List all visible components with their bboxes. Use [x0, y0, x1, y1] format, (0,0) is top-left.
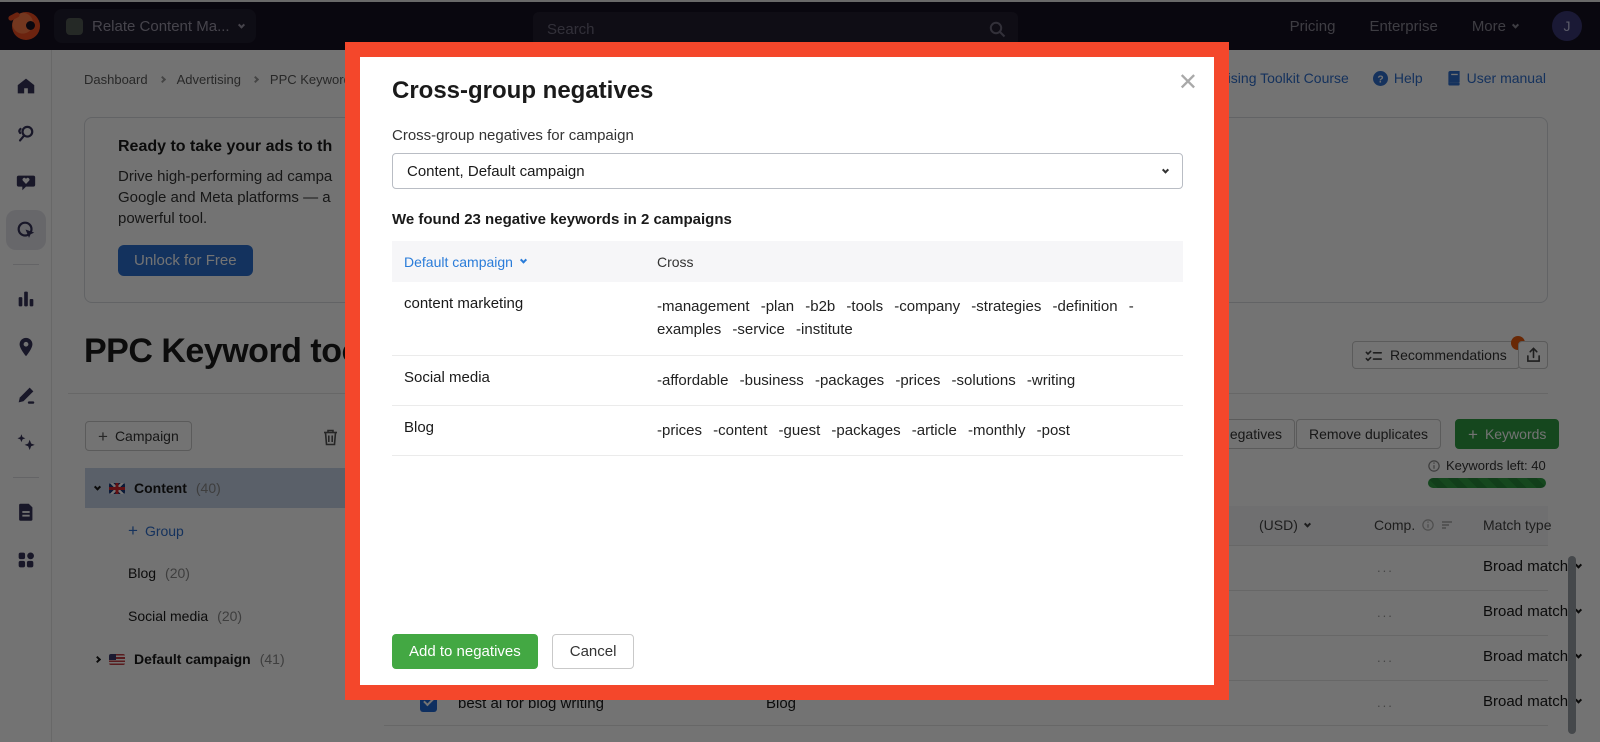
chevron-down-icon — [519, 256, 527, 264]
negatives-row: content marketing -management -plan -b2b… — [392, 282, 1183, 356]
group-cell: Social media — [404, 368, 490, 386]
modal-title: Cross-group negatives — [392, 77, 654, 104]
cross-group-negatives-modal: ✕ Cross-group negatives Cross-group nega… — [360, 57, 1214, 685]
group-column-header[interactable]: Default campaign — [392, 254, 657, 270]
negatives-cell: -prices -content -guest -packages -artic… — [657, 421, 1070, 439]
highlight-frame: ✕ Cross-group negatives Cross-group nega… — [345, 42, 1229, 700]
negatives-cell: -affordable -business -packages -prices … — [657, 371, 1076, 389]
cross-column-header: Cross — [657, 253, 694, 270]
group-cell: Blog — [404, 418, 435, 436]
negatives-cell: -management -plan -b2b -tools -company -… — [657, 298, 1134, 339]
campaign-select-label: Cross-group negatives for campaign — [392, 127, 634, 144]
negatives-row: Blog -prices -content -guest -packages -… — [392, 406, 1183, 456]
negatives-table: Default campaign Cross content marketing… — [392, 241, 1183, 456]
campaign-select[interactable]: Content, Default campaign — [392, 153, 1183, 189]
negatives-row: Social media -affordable -business -pack… — [392, 356, 1183, 406]
add-to-negatives-button[interactable]: Add to negatives — [392, 634, 538, 669]
chevron-down-icon — [1161, 166, 1170, 174]
modal-footer: Add to negatives Cancel — [392, 634, 635, 669]
cancel-button[interactable]: Cancel — [551, 634, 635, 669]
found-summary: We found 23 negative keywords in 2 campa… — [392, 211, 732, 228]
negatives-table-header: Default campaign Cross — [392, 241, 1183, 282]
group-cell: content marketing — [404, 295, 524, 312]
close-icon[interactable]: ✕ — [1178, 71, 1198, 95]
